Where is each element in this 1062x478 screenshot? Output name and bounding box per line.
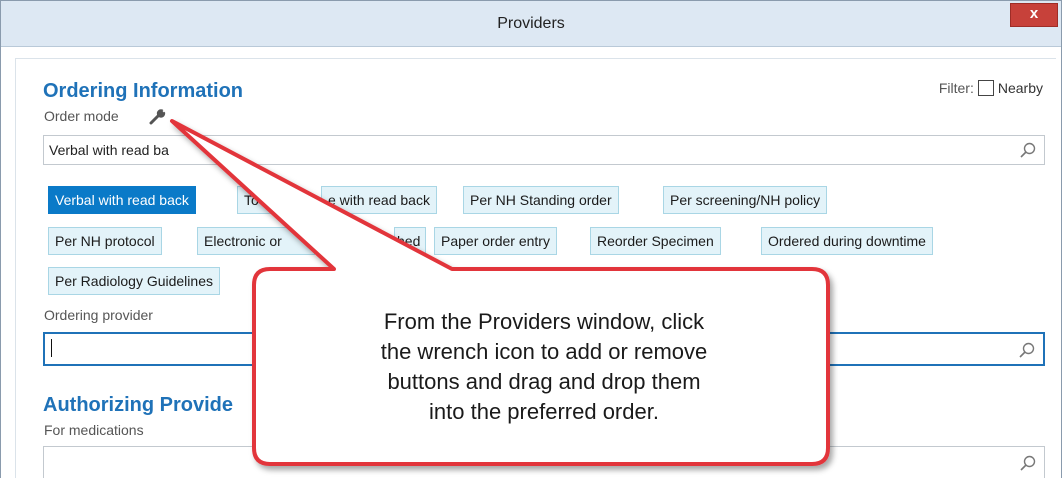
search-icon[interactable] bbox=[1020, 142, 1036, 158]
callout-line: into the preferred order. bbox=[429, 399, 659, 424]
order-mode-button-paper-order-entry[interactable]: Paper order entry bbox=[434, 227, 557, 255]
filter-label: Filter: bbox=[938, 80, 974, 96]
order-mode-button-verbal-read-back[interactable]: Verbal with read back bbox=[48, 186, 196, 214]
order-mode-label: Order mode bbox=[44, 108, 119, 124]
order-mode-button-screening-policy[interactable]: Per screening/NH policy bbox=[663, 186, 828, 214]
callout-line: From the Providers window, click bbox=[383, 309, 705, 334]
search-icon[interactable] bbox=[1019, 342, 1035, 358]
close-button[interactable]: x bbox=[1010, 3, 1058, 27]
for-medications-label: For medications bbox=[44, 422, 144, 438]
wrench-icon[interactable] bbox=[149, 108, 167, 126]
authorizing-provider-title: Authorizing Provide bbox=[43, 394, 233, 416]
nearby-label: Nearby bbox=[997, 80, 1043, 96]
text-cursor bbox=[51, 339, 52, 357]
callout-text: From the Providers window, click the wre… bbox=[264, 307, 824, 427]
title-bar: Providers x bbox=[1, 1, 1061, 47]
order-mode-button-telephone[interactable]: To bbox=[237, 186, 271, 214]
order-mode-button-nh-standing-order[interactable]: Per NH Standing order bbox=[463, 186, 619, 214]
order-mode-button-electronic-order[interactable]: Electronic or bbox=[197, 227, 315, 255]
window-title: Providers bbox=[497, 15, 565, 32]
order-mode-button-electronic-order-tail[interactable]: hed bbox=[394, 227, 426, 255]
ordering-provider-label: Ordering provider bbox=[44, 307, 153, 323]
order-mode-input[interactable]: Verbal with read ba bbox=[43, 135, 1045, 165]
order-mode-button-telephone-read-back[interactable]: e with read back bbox=[321, 186, 437, 214]
authorizing-provider-input[interactable] bbox=[43, 446, 1045, 478]
callout-line: buttons and drag and drop them bbox=[387, 369, 701, 394]
order-mode-button-radiology-guidelines[interactable]: Per Radiology Guidelines bbox=[48, 267, 220, 295]
search-icon[interactable] bbox=[1020, 455, 1036, 471]
ordering-information-title: Ordering Information bbox=[43, 80, 243, 102]
order-mode-button-ordered-during-downtime[interactable]: Ordered during downtime bbox=[761, 227, 933, 255]
nearby-checkbox[interactable] bbox=[977, 80, 994, 96]
filter-control: Filter: Nearby bbox=[939, 80, 1043, 96]
order-mode-value: Verbal with read ba bbox=[49, 142, 169, 158]
callout-line: the wrench icon to add or remove bbox=[380, 339, 708, 364]
order-mode-button-nh-protocol[interactable]: Per NH protocol bbox=[48, 227, 162, 255]
order-mode-button-reorder-specimen[interactable]: Reorder Specimen bbox=[590, 227, 721, 255]
